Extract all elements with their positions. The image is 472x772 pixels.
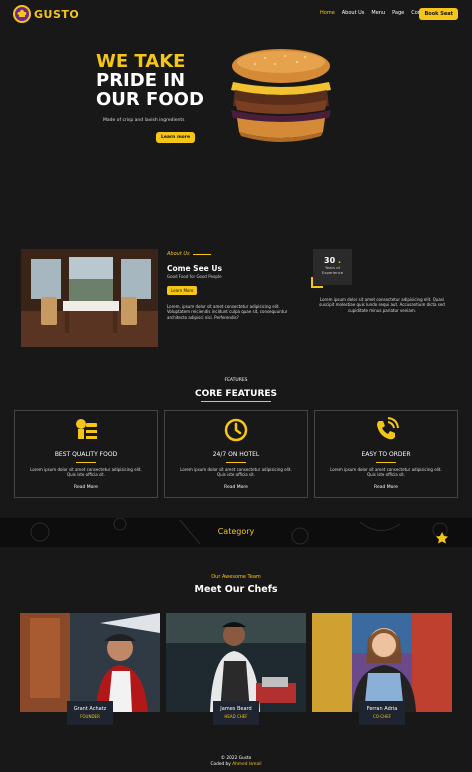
- navbar: GUSTO Home About Us Menu Page Contact Bo…: [0, 0, 472, 28]
- hero-title-line-2: PRIDE IN: [96, 70, 186, 91]
- feature-description: Lorem ipsum dolor sit amet consectetur a…: [30, 467, 142, 478]
- about-eyebrow: About Us: [167, 251, 211, 257]
- chef-photo-ferran: [312, 613, 452, 712]
- chef-card-grant[interactable]: Grant Achatz FOUNDER: [67, 701, 113, 725]
- chef-service-icon: [76, 419, 97, 439]
- read-more-link[interactable]: Read More: [15, 485, 157, 490]
- chef-role: CO-CHEF: [372, 714, 392, 719]
- about-subtitle: Good Food for Good People: [167, 274, 222, 279]
- hero-title-line-3: OUR FOOD: [96, 89, 204, 110]
- feature-title: 24/7 ON HOTEL: [212, 451, 260, 458]
- chef-name: Ferran Adria: [366, 706, 398, 712]
- about-title: Come See Us: [167, 264, 222, 273]
- clock-icon: [224, 418, 248, 442]
- experience-label-2: Experience: [321, 270, 344, 275]
- footer-credit: Coded by Ahmed Ismail: [0, 762, 472, 768]
- feature-title: BEST QUALITY FOOD: [54, 451, 118, 458]
- main-menu: Home About Us Menu Page Contact: [320, 10, 431, 16]
- phone-icon: [377, 417, 399, 440]
- nav-home[interactable]: Home: [320, 10, 335, 16]
- chef-photo-james: [166, 613, 306, 712]
- hero-title: WE TAKE PRIDE IN OUR FOOD: [96, 52, 204, 109]
- feature-card-order: EASY TO ORDER Lorem ipsum dolor sit amet…: [314, 410, 458, 498]
- footer-coded-by: Coded by: [210, 762, 231, 767]
- footer: © 2022 Gusto Coded by Ahmed Ismail: [0, 756, 472, 768]
- feature-title: EASY TO ORDER: [361, 451, 411, 458]
- feature-description: Lorem ipsum dolor sit amet consectetur a…: [180, 467, 292, 478]
- category-banner[interactable]: Category: [0, 518, 472, 547]
- about-eyebrow-text: About Us: [167, 251, 190, 257]
- about-learn-more-button[interactable]: Learn More: [167, 286, 198, 295]
- read-more-link[interactable]: Read More: [315, 485, 457, 490]
- brand-logo[interactable]: GUSTO: [13, 5, 79, 23]
- chef-name: Grant Achatz: [73, 706, 107, 712]
- experience-number: 30 .: [313, 256, 352, 265]
- feature-underline: [76, 462, 96, 463]
- chef-hat-icon: [13, 5, 31, 23]
- chefs-eyebrow: Our Awesome Team: [211, 574, 261, 580]
- hero-learn-more-button[interactable]: Learn more: [156, 132, 195, 143]
- experience-side-text: Lorem ipsum dolor sit amet consectetur a…: [319, 297, 445, 313]
- feature-description: Lorem ipsum dolor sit amet consectetur a…: [330, 467, 442, 478]
- about-body-text: Lorem, ipsum dolor sit amet consectetur …: [167, 304, 288, 320]
- chefs-title: Meet Our Chefs: [194, 584, 278, 595]
- chef-role: FOUNDER: [80, 714, 100, 719]
- nav-page[interactable]: Page: [392, 10, 404, 16]
- restaurant-interior-image: [21, 249, 158, 347]
- read-more-link[interactable]: Read More: [165, 485, 307, 490]
- brand-name: GUSTO: [34, 7, 80, 21]
- feature-card-quality: BEST QUALITY FOOD Lorem ipsum dolor sit …: [14, 410, 158, 498]
- chef-card-james[interactable]: James Beard HEAD CHEF: [213, 701, 259, 725]
- nav-menu[interactable]: Menu: [371, 10, 385, 16]
- chef-role: HEAD CHEF: [224, 714, 248, 719]
- features-eyebrow: FEATURES: [224, 378, 248, 383]
- feature-card-hours: 24/7 ON HOTEL Lorem ipsum dolor sit amet…: [164, 410, 308, 498]
- experience-corner-accent: [311, 277, 323, 288]
- hero-title-line-1: WE TAKE: [96, 51, 186, 72]
- chef-card-ferran[interactable]: Ferran Adria CO-CHEF: [359, 701, 405, 725]
- experience-dot: .: [337, 256, 341, 265]
- feature-underline: [376, 462, 396, 463]
- category-label: Category: [217, 527, 255, 536]
- hero-subtitle: Made of crisp and lavish ingredients: [103, 118, 185, 123]
- experience-number-value: 30: [324, 256, 336, 265]
- chef-name: James Beard: [220, 706, 252, 712]
- nav-about[interactable]: About Us: [342, 10, 365, 16]
- book-seat-button[interactable]: Book Seat: [419, 8, 458, 20]
- feature-underline: [226, 462, 246, 463]
- features-title: CORE FEATURES: [0, 389, 472, 402]
- eyebrow-line: [192, 253, 211, 255]
- chef-photo-grant: [20, 613, 160, 712]
- footer-author-link[interactable]: Ahmed Ismail: [232, 762, 261, 767]
- burger-image: [231, 49, 331, 142]
